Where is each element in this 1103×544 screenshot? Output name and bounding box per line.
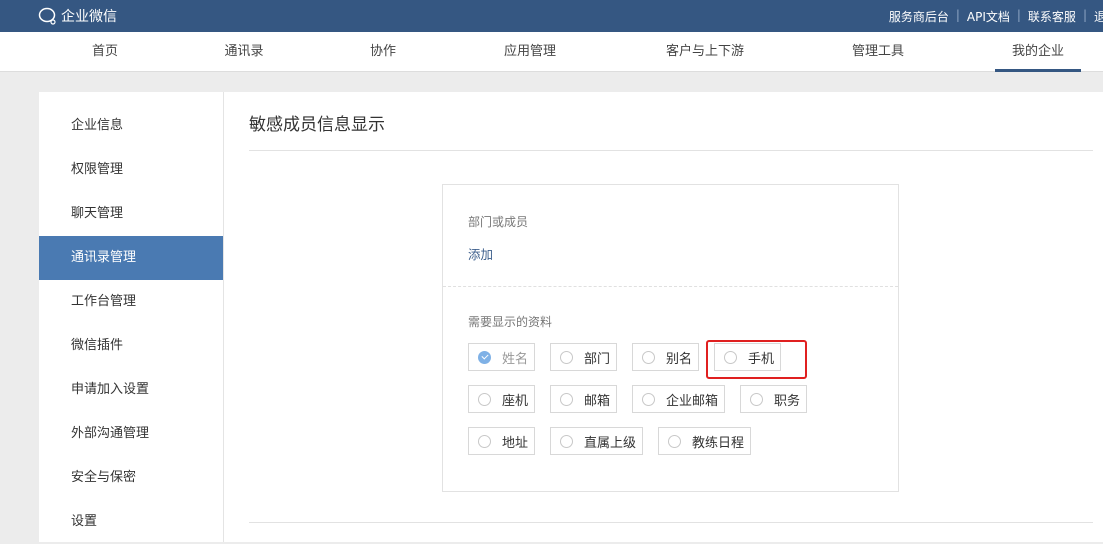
option-address[interactable]: 地址 [468, 427, 535, 455]
option-coach-schedule[interactable]: 教练日程 [658, 427, 751, 455]
divider [249, 150, 1093, 151]
sidebar-item-settings[interactable]: 设置 [39, 500, 223, 544]
sidebar-item-wechat-plugin[interactable]: 微信插件 [39, 324, 223, 368]
sidebar-item-security[interactable]: 安全与保密 [39, 456, 223, 500]
link-provider-console[interactable]: 服务商后台 [882, 8, 956, 25]
link-logout[interactable]: 退 [1087, 8, 1103, 25]
sidebar-item-workbench[interactable]: 工作台管理 [39, 280, 223, 324]
dashed-divider [443, 286, 898, 287]
logo-text: 企业微信 [61, 9, 117, 25]
logo[interactable]: 企业微信 [38, 6, 117, 26]
option-enterprise-email[interactable]: 企业邮箱 [632, 385, 725, 413]
nav-customers[interactable]: 客户与上下游 [650, 32, 760, 72]
sidebar-item-chat[interactable]: 聊天管理 [39, 192, 223, 236]
option-department[interactable]: 部门 [550, 343, 617, 371]
nav-my-enterprise[interactable]: 我的企业 [995, 32, 1081, 72]
option-label: 姓名 [502, 351, 529, 367]
option-email[interactable]: 邮箱 [550, 385, 617, 413]
nav-contacts[interactable]: 通讯录 [209, 32, 279, 72]
page-title: 敏感成员信息显示 [249, 115, 385, 135]
members-label: 部门或成员 [468, 215, 529, 229]
option-label: 职务 [774, 393, 801, 409]
radio-icon [478, 434, 491, 448]
sidebar-item-permissions[interactable]: 权限管理 [39, 148, 223, 192]
nav-management-tools[interactable]: 管理工具 [838, 32, 918, 72]
top-links: 服务商后台 | API文档 | 联系客服 | 退 [882, 8, 1103, 25]
radio-icon [560, 392, 573, 406]
option-label: 座机 [502, 393, 529, 409]
sidebar: 企业信息 权限管理 聊天管理 通讯录管理 工作台管理 微信插件 申请加入设置 外… [39, 92, 223, 542]
option-label: 企业邮箱 [666, 393, 719, 409]
option-label: 部门 [584, 351, 611, 367]
nav-app-management[interactable]: 应用管理 [490, 32, 570, 72]
option-direct-supervisor[interactable]: 直属上级 [550, 427, 643, 455]
radio-icon [642, 392, 655, 406]
radio-icon [560, 434, 573, 448]
option-position[interactable]: 职务 [740, 385, 807, 413]
radio-icon [750, 392, 763, 406]
highlight-box [706, 340, 807, 379]
link-contact-support[interactable]: 联系客服 [1021, 8, 1083, 25]
option-label: 邮箱 [584, 393, 611, 409]
sidebar-item-join-settings[interactable]: 申请加入设置 [39, 368, 223, 412]
sidebar-item-enterprise-info[interactable]: 企业信息 [39, 104, 223, 148]
option-label: 直属上级 [584, 435, 637, 451]
wework-logo-icon [38, 7, 56, 25]
option-alias[interactable]: 别名 [632, 343, 699, 371]
sidebar-item-contacts-management[interactable]: 通讯录管理 [39, 236, 223, 280]
radio-icon [668, 434, 681, 448]
option-label: 别名 [666, 351, 693, 367]
sidebar-item-external-communication[interactable]: 外部沟通管理 [39, 412, 223, 456]
checked-icon [478, 350, 491, 364]
divider [249, 522, 1093, 523]
option-landline[interactable]: 座机 [468, 385, 535, 413]
option-name[interactable]: 姓名 [468, 343, 535, 371]
top-bar: 企业微信 服务商后台 | API文档 | 联系客服 | 退 [0, 0, 1103, 32]
add-member-link[interactable]: 添加 [468, 244, 493, 263]
radio-icon [478, 392, 491, 406]
nav-collaboration[interactable]: 协作 [353, 32, 413, 72]
main-nav: 首页 通讯录 协作 应用管理 客户与上下游 管理工具 我的企业 [0, 32, 1103, 72]
radio-icon [642, 350, 655, 364]
option-label: 地址 [502, 435, 529, 451]
nav-home[interactable]: 首页 [75, 32, 135, 72]
radio-icon [560, 350, 573, 364]
link-api-docs[interactable]: API文档 [960, 8, 1017, 25]
fields-label: 需要显示的资料 [468, 315, 553, 329]
option-label: 教练日程 [692, 435, 745, 451]
